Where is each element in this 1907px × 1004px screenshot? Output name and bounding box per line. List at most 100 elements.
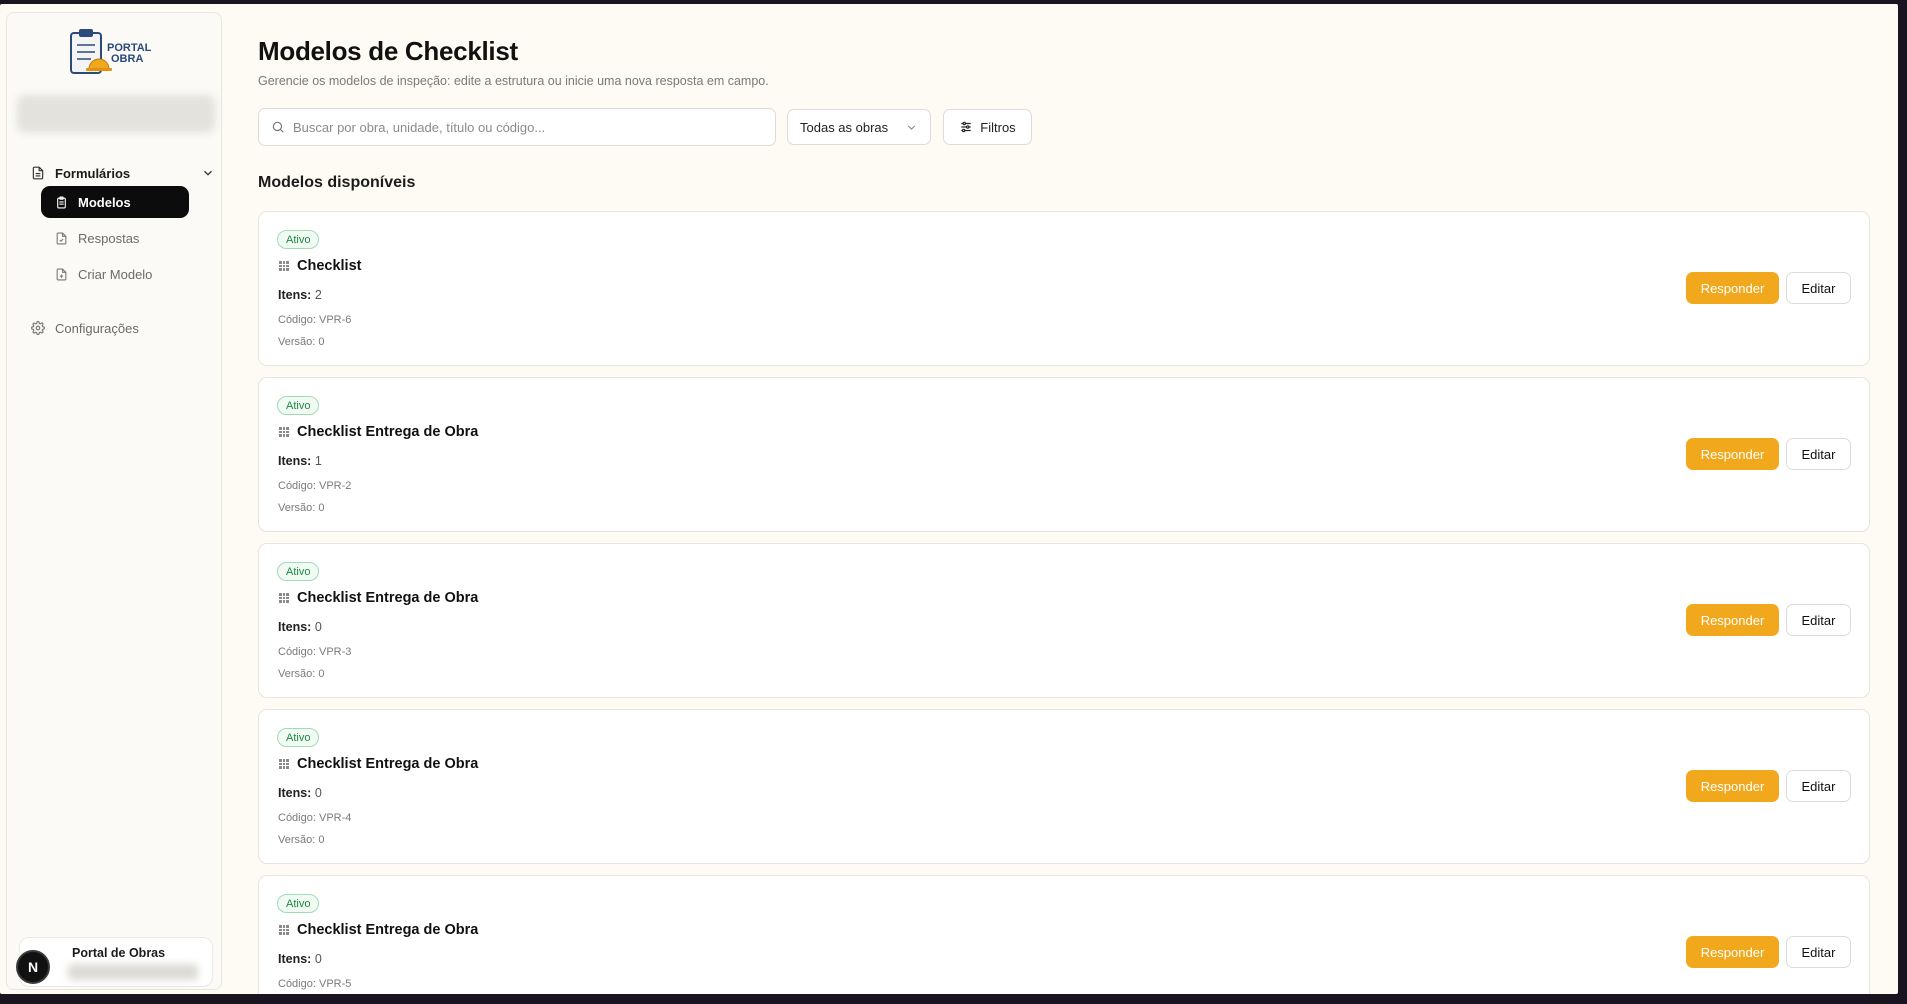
- version-value: 0: [318, 668, 325, 680]
- edit-button[interactable]: Editar: [1786, 438, 1851, 470]
- table-grid-icon: [279, 593, 289, 603]
- model-title: Checklist Entrega de Obra: [279, 424, 478, 440]
- sidebar-item-respostas[interactable]: Respostas: [41, 222, 189, 254]
- status-badge: Ativo: [277, 728, 320, 747]
- file-text-icon: [32, 166, 44, 180]
- clipboard-list-icon: [57, 196, 66, 208]
- items-label: Itens:: [278, 620, 312, 634]
- portal-obra-logo[interactable]: PORTAL OBRA: [69, 27, 165, 85]
- chevron-down-icon[interactable]: [201, 166, 215, 180]
- model-code: Código: VPR-4: [278, 812, 351, 824]
- respond-button[interactable]: Responder: [1686, 438, 1779, 470]
- respond-button[interactable]: Responder: [1686, 272, 1779, 304]
- code-label: Código:: [278, 978, 316, 990]
- model-version: Versão: 0: [278, 668, 325, 680]
- model-title: Checklist: [279, 258, 361, 274]
- code-label: Código:: [278, 314, 316, 326]
- avatar[interactable]: N: [16, 950, 50, 984]
- model-title: Checklist Entrega de Obra: [279, 590, 478, 606]
- code-label: Código:: [278, 646, 316, 658]
- obra-select[interactable]: Todas as obras: [787, 109, 931, 145]
- search-icon: [272, 121, 284, 133]
- edit-button[interactable]: Editar: [1786, 770, 1851, 802]
- table-grid-icon: [279, 759, 289, 769]
- code-value: VPR-3: [318, 646, 352, 658]
- model-title: Checklist Entrega de Obra: [279, 922, 478, 938]
- code-value: VPR-2: [318, 480, 352, 492]
- items-value: 2: [314, 288, 322, 302]
- items-label: Itens:: [278, 454, 312, 468]
- filters-button[interactable]: Filtros: [943, 109, 1032, 145]
- version-value: 0: [318, 834, 325, 846]
- version-value: 0: [318, 336, 325, 348]
- items-label: Itens:: [278, 288, 312, 302]
- items-value: 0: [314, 952, 322, 966]
- status-badge: Ativo: [277, 562, 320, 581]
- sidebar-settings-label: Configurações: [55, 320, 139, 336]
- respond-button[interactable]: Responder: [1686, 936, 1779, 968]
- status-badge: Ativo: [277, 230, 320, 249]
- version-label: Versão:: [278, 336, 316, 348]
- model-code: Código: VPR-2: [278, 480, 351, 492]
- file-check-icon: [56, 232, 67, 244]
- nav-group-formularios[interactable]: Formulários: [31, 161, 215, 185]
- sidebar-item-label: Criar Modelo: [78, 266, 153, 282]
- model-items: Itens: 0: [278, 786, 322, 800]
- model-version: Versão: 0: [278, 502, 325, 514]
- sidebar-item-label: Modelos: [78, 194, 131, 210]
- edit-button[interactable]: Editar: [1786, 936, 1851, 968]
- status-badge: Ativo: [277, 396, 320, 415]
- app-window: PORTAL OBRA Formulários Modelos Resposta…: [0, 4, 1898, 994]
- file-plus-icon: [56, 268, 67, 280]
- page-subtitle: Gerencie os modelos de inspeção: edite a…: [258, 74, 769, 88]
- status-badge: Ativo: [277, 894, 320, 913]
- code-label: Código:: [278, 812, 316, 824]
- model-code: Código: VPR-3: [278, 646, 351, 658]
- edit-button[interactable]: Editar: [1786, 604, 1851, 636]
- filters-label: Filtros: [980, 119, 1016, 135]
- search-box[interactable]: [258, 108, 776, 146]
- search-input[interactable]: [293, 119, 763, 135]
- version-value: 0: [318, 502, 325, 514]
- version-label: Versão:: [278, 668, 316, 680]
- respond-button[interactable]: Responder: [1686, 770, 1779, 802]
- edit-button[interactable]: Editar: [1786, 272, 1851, 304]
- chevron-down-icon: [907, 124, 916, 130]
- code-value: VPR-6: [318, 314, 352, 326]
- model-items: Itens: 2: [278, 288, 322, 302]
- page-title: Modelos de Checklist: [258, 36, 518, 66]
- items-value: 1: [314, 454, 322, 468]
- model-title-text: Checklist Entrega de Obra: [297, 922, 479, 938]
- model-title-text: Checklist Entrega de Obra: [297, 756, 479, 772]
- table-grid-icon: [279, 925, 289, 935]
- model-code: Código: VPR-6: [278, 314, 351, 326]
- respond-button[interactable]: Responder: [1686, 604, 1779, 636]
- items-label: Itens:: [278, 952, 312, 966]
- user-name: Portal de Obras: [72, 946, 166, 960]
- obra-select-value: Todas as obras: [800, 119, 889, 135]
- section-title: Modelos disponíveis: [258, 174, 416, 191]
- sidebar-item-configuracoes[interactable]: Configurações: [31, 317, 139, 339]
- account-switcher-blurred[interactable]: [17, 95, 215, 133]
- model-title: Checklist Entrega de Obra: [279, 756, 478, 772]
- model-card: Ativo Checklist Entrega de Obra Itens: 0…: [258, 543, 1870, 698]
- model-items: Itens: 0: [278, 620, 322, 634]
- model-code: Código: VPR-5: [278, 978, 351, 990]
- model-version: Versão: 0: [278, 834, 325, 846]
- version-label: Versão:: [278, 834, 316, 846]
- code-value: VPR-4: [318, 812, 352, 824]
- sidebar-item-criar-modelo[interactable]: Criar Modelo: [41, 258, 189, 290]
- svg-text:OBRA: OBRA: [111, 53, 143, 65]
- model-title-text: Checklist: [297, 258, 362, 274]
- items-value: 0: [314, 786, 322, 800]
- code-value: VPR-5: [318, 978, 352, 990]
- table-grid-icon: [279, 261, 289, 271]
- sidebar-item-modelos[interactable]: Modelos: [41, 186, 189, 218]
- sliders-icon: [961, 121, 971, 133]
- nav-group-label: Formulários: [55, 165, 131, 181]
- sidebar-item-label: Respostas: [78, 230, 140, 246]
- items-value: 0: [314, 620, 322, 634]
- model-title-text: Checklist Entrega de Obra: [297, 424, 479, 440]
- model-title-text: Checklist Entrega de Obra: [297, 590, 479, 606]
- model-items: Itens: 1: [278, 454, 322, 468]
